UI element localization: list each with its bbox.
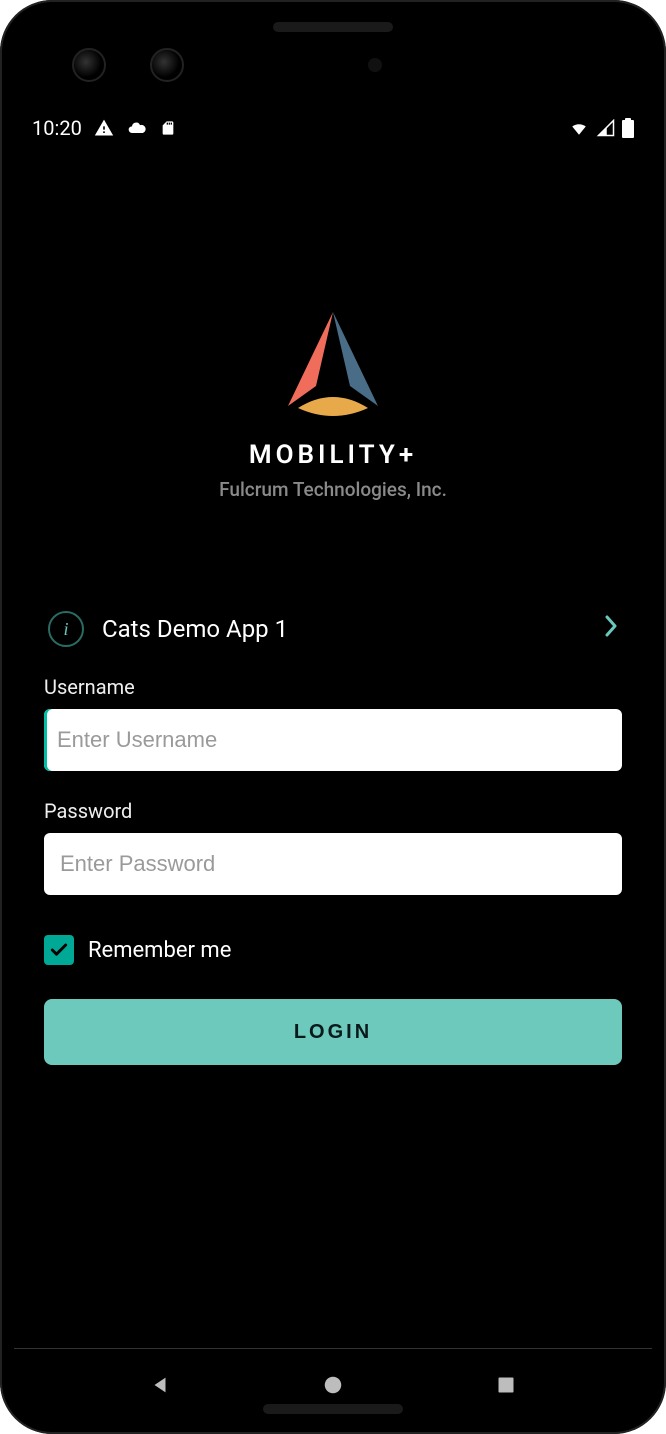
username-group: Username	[44, 675, 622, 771]
login-button[interactable]: LOGIN	[44, 999, 622, 1065]
home-button[interactable]	[293, 1365, 373, 1405]
status-time: 10:20	[32, 116, 82, 140]
password-group: Password	[44, 799, 622, 895]
cellular-signal-icon	[596, 119, 616, 137]
back-button[interactable]	[120, 1365, 200, 1405]
app-selector-row[interactable]: i Cats Demo App 1	[44, 611, 622, 647]
remember-label: Remember me	[88, 938, 231, 963]
remember-checkbox[interactable]	[44, 935, 74, 965]
sd-card-icon	[160, 118, 176, 138]
front-camera-1	[72, 48, 106, 82]
cloud-icon	[126, 118, 148, 138]
selected-app-name: Cats Demo App 1	[102, 615, 586, 643]
proximity-sensor	[368, 58, 382, 72]
status-bar: 10:20	[14, 110, 652, 146]
warning-icon	[94, 118, 114, 138]
speaker-bottom	[263, 1404, 403, 1414]
front-camera-2	[150, 48, 184, 82]
username-input[interactable]	[44, 709, 622, 771]
password-input[interactable]	[44, 833, 622, 895]
logo-block: MOBILITY+ Fulcrum Technologies, Inc.	[44, 306, 622, 501]
username-label: Username	[44, 675, 622, 699]
company-name: Fulcrum Technologies, Inc.	[44, 478, 622, 501]
battery-icon	[622, 118, 634, 138]
chevron-right-icon[interactable]	[604, 614, 618, 645]
recents-button[interactable]	[466, 1365, 546, 1405]
wifi-icon	[568, 119, 590, 137]
screen: 10:20	[14, 14, 652, 1420]
password-label: Password	[44, 799, 622, 823]
brand-name: MOBILITY+	[44, 440, 622, 470]
remember-row[interactable]: Remember me	[44, 935, 622, 965]
info-icon[interactable]: i	[48, 611, 84, 647]
speaker-top	[273, 22, 393, 32]
phone-frame: 10:20	[0, 0, 666, 1434]
triangle-logo-icon	[268, 306, 398, 430]
